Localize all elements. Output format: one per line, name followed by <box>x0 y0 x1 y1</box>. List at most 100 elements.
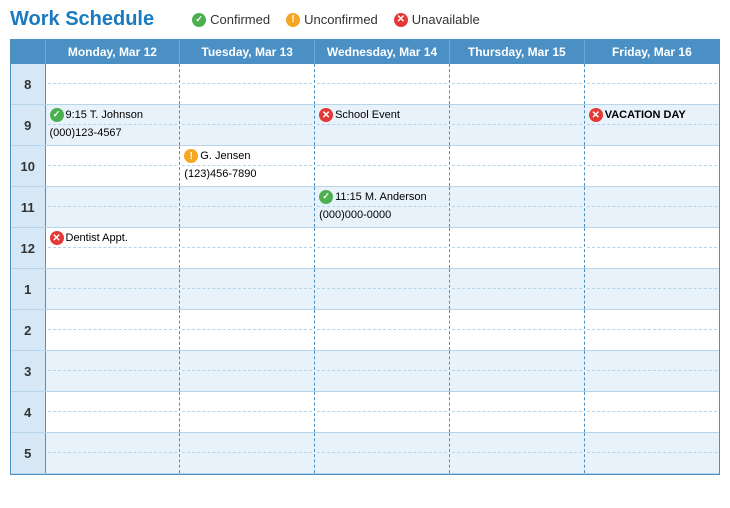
day-cell[interactable] <box>449 269 584 310</box>
day-cell[interactable] <box>45 187 180 228</box>
event-entry: Dentist Appt. <box>50 231 128 245</box>
day-cell[interactable] <box>449 228 584 269</box>
day-cell[interactable] <box>584 310 719 351</box>
event-text: (000)123-4567 <box>50 126 122 140</box>
schedule-table: Monday, Mar 12 Tuesday, Mar 13 Wednesday… <box>11 40 719 474</box>
cell-bottom: (123)456-7890 <box>182 166 312 184</box>
table-row: 11 11:15 M. Anderson(000)000-0000 <box>11 187 719 228</box>
day-cell[interactable] <box>45 269 180 310</box>
cell-top <box>48 148 178 166</box>
cell-top <box>452 107 582 125</box>
day-cell[interactable] <box>449 187 584 228</box>
day-cell[interactable] <box>315 228 450 269</box>
day-cell[interactable] <box>45 433 180 474</box>
day-cell[interactable] <box>449 310 584 351</box>
cell-top <box>182 107 312 125</box>
header-fri: Friday, Mar 16 <box>584 40 719 64</box>
day-cell[interactable] <box>45 146 180 187</box>
cell-top <box>48 66 178 84</box>
cell-top <box>587 394 717 412</box>
cell-top <box>317 230 447 248</box>
table-row: 2 <box>11 310 719 351</box>
day-cell[interactable] <box>315 310 450 351</box>
cell-top <box>317 148 447 166</box>
day-cell[interactable] <box>584 392 719 433</box>
cell-bottom <box>48 371 178 389</box>
event-entry: School Event <box>319 108 400 122</box>
day-cell[interactable] <box>180 64 315 105</box>
cell-bottom <box>587 453 717 471</box>
cell-bottom <box>182 84 312 102</box>
table-row: 1 <box>11 269 719 310</box>
day-cell[interactable] <box>584 228 719 269</box>
day-cell[interactable]: G. Jensen(123)456-7890 <box>180 146 315 187</box>
day-cell[interactable] <box>584 269 719 310</box>
day-cell[interactable] <box>449 351 584 392</box>
cell-bottom <box>587 330 717 348</box>
day-cell[interactable] <box>180 105 315 146</box>
unconfirmed-icon <box>286 13 300 27</box>
cell-bottom <box>182 453 312 471</box>
header-tue: Tuesday, Mar 13 <box>180 40 315 64</box>
day-cell[interactable] <box>180 269 315 310</box>
cell-bottom <box>48 453 178 471</box>
table-row: 5 <box>11 433 719 474</box>
day-cell[interactable]: Dentist Appt. <box>45 228 180 269</box>
day-cell[interactable] <box>180 187 315 228</box>
day-cell[interactable] <box>315 146 450 187</box>
cell-bottom <box>317 84 447 102</box>
day-cell[interactable] <box>449 105 584 146</box>
day-cell[interactable]: 11:15 M. Anderson(000)000-0000 <box>315 187 450 228</box>
cell-bottom <box>317 125 447 143</box>
day-cell[interactable] <box>449 64 584 105</box>
day-cell[interactable] <box>449 146 584 187</box>
cell-top: 9:15 T. Johnson <box>48 107 178 125</box>
day-cell[interactable] <box>45 351 180 392</box>
day-cell[interactable]: VACATION DAY <box>584 105 719 146</box>
day-cell[interactable] <box>45 310 180 351</box>
day-cell[interactable] <box>584 187 719 228</box>
cell-bottom: (000)000-0000 <box>317 207 447 225</box>
time-cell: 9 <box>11 105 45 146</box>
day-cell[interactable] <box>180 433 315 474</box>
day-cell[interactable] <box>45 392 180 433</box>
confirmed-icon <box>192 13 206 27</box>
day-cell[interactable] <box>180 351 315 392</box>
table-row: 4 <box>11 392 719 433</box>
day-cell[interactable] <box>315 433 450 474</box>
calendar-wrapper: Monday, Mar 12 Tuesday, Mar 13 Wednesday… <box>10 39 720 475</box>
day-cell[interactable] <box>315 64 450 105</box>
header-wed: Wednesday, Mar 14 <box>315 40 450 64</box>
event-entry: (000)000-0000 <box>319 208 391 222</box>
day-cell[interactable] <box>45 64 180 105</box>
day-cell[interactable] <box>449 392 584 433</box>
day-cell[interactable] <box>180 392 315 433</box>
cell-bottom <box>587 412 717 430</box>
time-cell: 4 <box>11 392 45 433</box>
cell-bottom <box>317 453 447 471</box>
cell-top <box>452 435 582 453</box>
time-cell: 8 <box>11 64 45 105</box>
day-cell[interactable]: School Event <box>315 105 450 146</box>
cell-top <box>182 394 312 412</box>
cell-top <box>48 189 178 207</box>
day-cell[interactable] <box>584 351 719 392</box>
header-mon: Monday, Mar 12 <box>45 40 180 64</box>
day-cell[interactable] <box>180 228 315 269</box>
day-cell[interactable] <box>584 64 719 105</box>
day-cell[interactable] <box>315 351 450 392</box>
day-cell[interactable] <box>315 269 450 310</box>
day-cell[interactable] <box>584 146 719 187</box>
day-cell[interactable] <box>315 392 450 433</box>
time-cell: 2 <box>11 310 45 351</box>
day-cell[interactable]: 9:15 T. Johnson(000)123-4567 <box>45 105 180 146</box>
time-cell: 11 <box>11 187 45 228</box>
day-cell[interactable] <box>180 310 315 351</box>
cell-top <box>182 312 312 330</box>
day-cell[interactable] <box>449 433 584 474</box>
cell-top: G. Jensen <box>182 148 312 166</box>
day-cell[interactable] <box>584 433 719 474</box>
header-thu: Thursday, Mar 15 <box>449 40 584 64</box>
unavailable-event-icon <box>50 231 64 245</box>
unavailable-label: Unavailable <box>412 12 480 27</box>
